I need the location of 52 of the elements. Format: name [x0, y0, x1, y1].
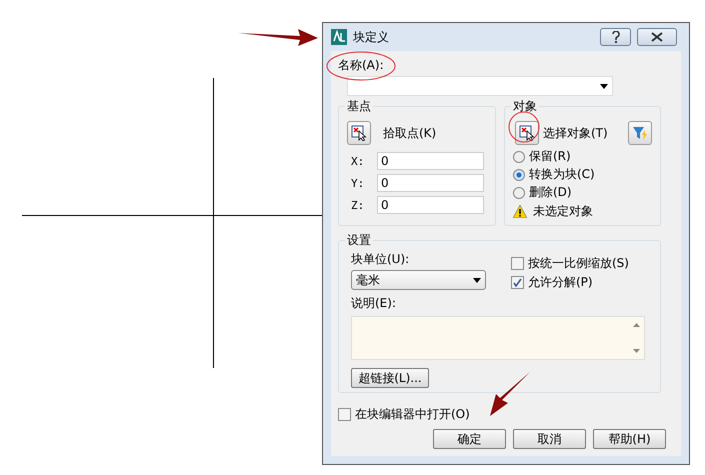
description-field[interactable] — [351, 316, 645, 360]
radio-button[interactable] — [513, 168, 525, 180]
select-objects-label: 选择对象(T) — [543, 124, 608, 142]
name-label: 名称(A): — [338, 57, 384, 74]
select-objects-button[interactable] — [515, 121, 539, 145]
dropdown-caret-icon — [473, 278, 481, 282]
dialog-button[interactable]: 帮助(H) — [593, 429, 666, 449]
radio-label: 删除(D) — [529, 184, 572, 201]
coordinate-label: Z: — [351, 198, 363, 212]
dropdown-caret-icon — [600, 84, 608, 88]
pick-point-label: 拾取点(K) — [383, 124, 436, 142]
scroll-up-icon — [632, 323, 640, 327]
unit-label: 块单位(U): — [351, 252, 410, 266]
coordinate-label: X: — [351, 154, 363, 168]
pick-point-button[interactable] — [347, 121, 371, 145]
annotation-circle — [326, 52, 396, 80]
description-label: 说明(E): — [351, 295, 396, 312]
annotation-circle — [508, 112, 540, 142]
quick-select-button[interactable] — [628, 121, 652, 145]
funnel-icon — [632, 125, 648, 141]
checkbox[interactable] — [511, 276, 524, 289]
coordinate-field[interactable]: 0 — [377, 196, 484, 214]
group-title: 基点 — [345, 98, 373, 115]
close-button[interactable] — [637, 28, 677, 46]
radio-label: 转换为块(C) — [529, 166, 595, 183]
checkbox[interactable] — [338, 408, 351, 421]
annotation-arrow — [490, 372, 530, 416]
coordinate-field[interactable]: 0 — [377, 174, 484, 192]
dialog-button[interactable]: 取消 — [513, 429, 586, 449]
coordinate-label: Y: — [351, 176, 363, 190]
radio-button[interactable] — [513, 186, 525, 198]
radio-label: 保留(R) — [529, 148, 571, 165]
checkbox-label: 允许分解(P) — [528, 274, 593, 291]
help-icon — [612, 31, 620, 43]
pick-cursor-icon — [519, 125, 535, 141]
checkbox[interactable] — [511, 257, 524, 270]
pick-cursor-icon — [351, 125, 367, 141]
help-button[interactable] — [600, 28, 631, 46]
group-title: 对象 — [511, 98, 539, 115]
warning-icon — [513, 205, 527, 218]
hyperlink-button[interactable]: 超链接(L)... — [351, 368, 429, 388]
radio-button[interactable] — [513, 150, 525, 162]
coordinate-field[interactable]: 0 — [377, 152, 484, 170]
dialog-button[interactable]: 确定 — [433, 429, 506, 449]
unit-dropdown[interactable]: 毫米 — [351, 270, 486, 290]
window-title: 块定义 — [353, 28, 390, 46]
close-icon — [651, 32, 663, 42]
checkbox-label: 在块编辑器中打开(O) — [355, 406, 470, 423]
app-icon — [331, 29, 347, 45]
checkbox-label: 按统一比例缩放(S) — [528, 255, 629, 272]
warning-message: 未选定对象 — [533, 203, 593, 220]
scroll-down-icon — [632, 349, 640, 353]
